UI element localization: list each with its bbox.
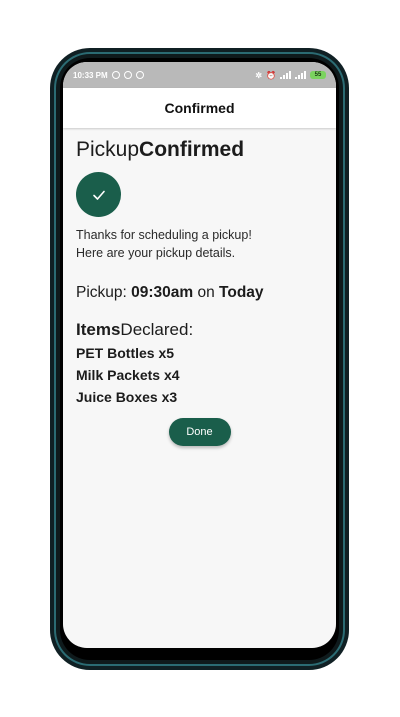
pickup-details: Pickup: 09:30am on Today (76, 284, 323, 302)
check-badge (76, 172, 121, 217)
notification-icon (135, 71, 144, 79)
phone-bezel: 10:33 PM ✲ ⏰ 55 Confirmed PickupConfirme… (60, 58, 339, 660)
signal-icon (280, 71, 291, 79)
status-right: ✲ ⏰ 55 (255, 71, 326, 80)
phone-frame: 10:33 PM ✲ ⏰ 55 Confirmed PickupConfirme… (54, 52, 345, 666)
done-button[interactable]: Done (168, 418, 231, 446)
pickup-time: 09:30am (131, 284, 194, 301)
status-left: 10:33 PM (73, 71, 144, 80)
items-list: PET Bottles x5 Milk Packets x4 Juice Box… (76, 342, 323, 408)
pickup-day: Today (219, 284, 264, 301)
app-bar-title: Confirmed (164, 100, 235, 116)
pickup-label: Pickup: (76, 284, 132, 301)
thanks-line-2: Here are your pickup details. (76, 246, 236, 260)
pickup-on: on (193, 284, 220, 301)
status-bar: 10:33 PM ✲ ⏰ 55 (63, 62, 336, 88)
items-heading: ItemsDeclared: (76, 320, 323, 340)
list-item: PET Bottles x5 (76, 345, 175, 361)
bluetooth-icon: ✲ (255, 70, 263, 80)
check-icon (92, 190, 105, 200)
signal-icon (295, 71, 306, 79)
items-heading-bold: Items (76, 320, 121, 339)
thanks-message: Thanks for scheduling a pickup! Here are… (76, 226, 323, 262)
battery-icon: 55 (310, 71, 326, 79)
items-heading-rest: Declared: (120, 320, 194, 339)
app-bar: Confirmed (63, 88, 336, 128)
main-content: PickupConfirmed Thanks for scheduling a … (63, 128, 336, 446)
list-item: Milk Packets x4 (76, 367, 180, 383)
title-part-pickup: Pickup (76, 138, 140, 161)
alarm-icon: ⏰ (266, 70, 276, 80)
done-wrap: Done (76, 418, 323, 446)
thanks-line-1: Thanks for scheduling a pickup! (76, 228, 252, 242)
status-time: 10:33 PM (73, 70, 108, 80)
page-title: PickupConfirmed (76, 138, 323, 162)
screen: 10:33 PM ✲ ⏰ 55 Confirmed PickupConfirme… (63, 62, 336, 648)
title-part-confirmed: Confirmed (139, 138, 245, 161)
list-item: Juice Boxes x3 (76, 389, 178, 405)
notification-icon (111, 71, 120, 79)
notification-icon (123, 71, 132, 79)
